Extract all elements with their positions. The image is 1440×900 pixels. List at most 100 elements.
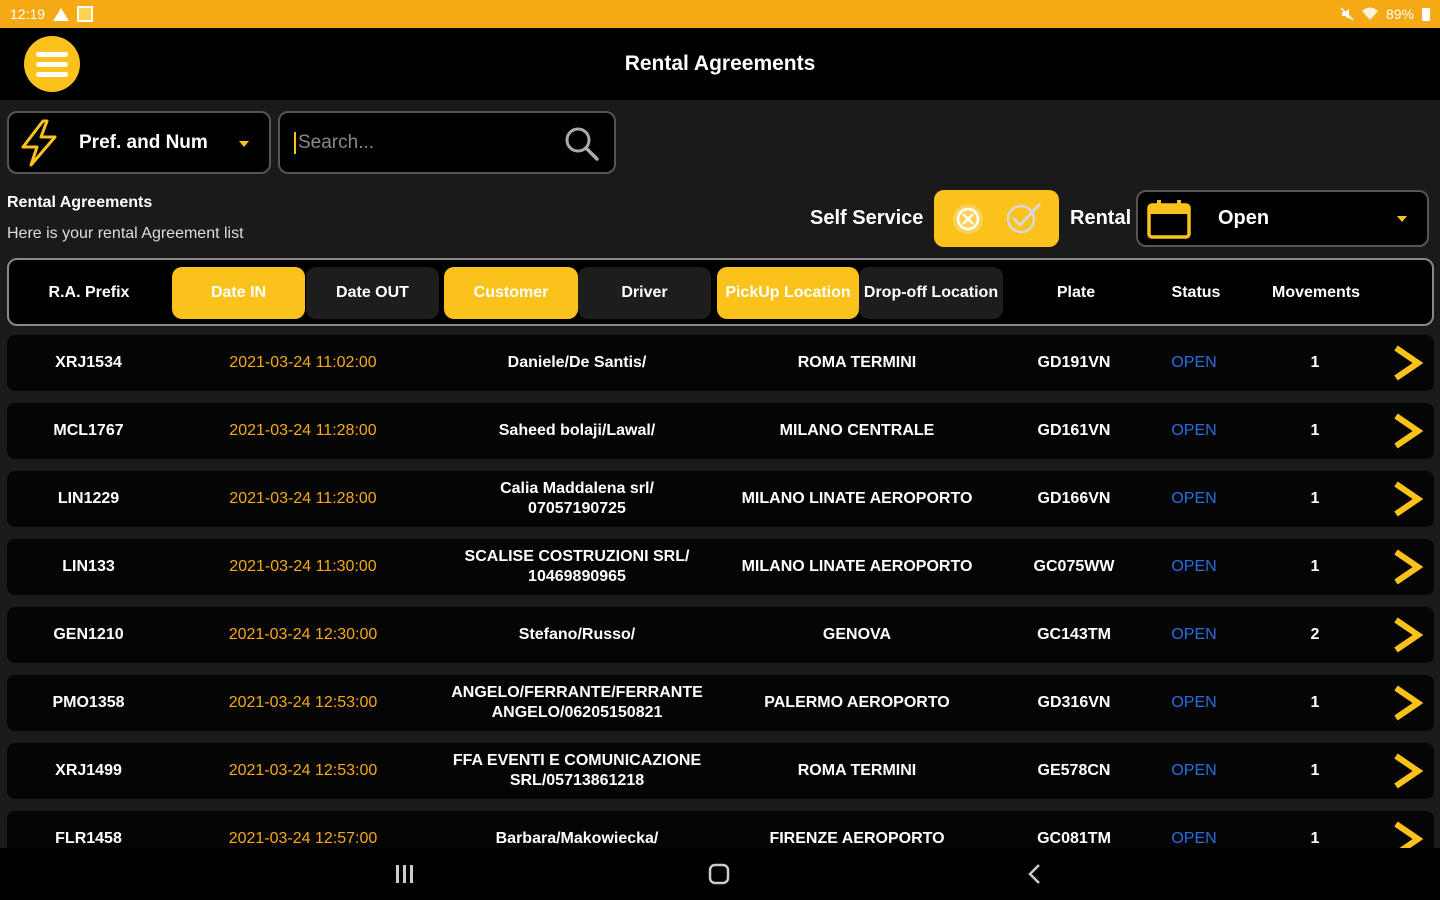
status-time: 12:19	[10, 6, 46, 22]
chevron-right-icon[interactable]	[1390, 345, 1424, 381]
column-ra-prefix[interactable]: R.A. Prefix	[21, 267, 157, 319]
column-plate[interactable]: Plate	[1009, 267, 1143, 319]
row-movements: 1	[1310, 694, 1320, 711]
column-customer[interactable]: Customer	[444, 267, 578, 319]
row-pickup-location: MILANO LINATE AEROPORTO	[741, 490, 973, 507]
row-plate: GD166VN	[1037, 490, 1111, 507]
row-date-in: 2021-03-24 12:53:00	[228, 694, 378, 711]
table-row[interactable]: XRJ1499 2021-03-24 12:53:00 FFA EVENTI E…	[7, 743, 1434, 799]
row-movements: 1	[1310, 422, 1320, 439]
row-prefix: XRJ1499	[55, 762, 122, 779]
row-customer: FFA EVENTI E COMUNICAZIONE SRL/057138612…	[452, 752, 702, 789]
row-movements: 1	[1310, 558, 1320, 575]
calendar-icon	[1147, 199, 1191, 239]
table-row[interactable]: XRJ1534 2021-03-24 11:02:00 Daniele/De S…	[7, 335, 1434, 391]
search-box	[278, 111, 616, 174]
table-row[interactable]: LIN1229 2021-03-24 11:28:00 Calia Maddal…	[7, 471, 1434, 527]
row-plate: GC075WW	[1033, 558, 1115, 575]
recent-apps-icon[interactable]	[392, 862, 418, 886]
row-prefix: PMO1358	[52, 694, 125, 711]
battery-icon	[1422, 7, 1430, 21]
search-icon[interactable]	[564, 126, 600, 162]
agreement-list: XRJ1534 2021-03-24 11:02:00 Daniele/De S…	[0, 330, 1440, 848]
self-service-toggle[interactable]	[934, 190, 1059, 247]
row-customer: Calia Maddalena srl/ 07057190725	[500, 480, 654, 517]
row-pickup-location: ROMA TERMINI	[797, 354, 917, 371]
lightning-icon	[21, 119, 57, 166]
row-plate: GD191VN	[1037, 354, 1111, 371]
column-dropoff-location[interactable]: Drop-off Location	[859, 267, 1003, 319]
section-subtitle: Here is your rental Agreement list	[7, 225, 244, 242]
row-pickup-location: FIRENZE AEROPORTO	[769, 830, 945, 847]
row-status: OPEN	[1171, 354, 1217, 371]
chevron-right-icon[interactable]	[1390, 617, 1424, 653]
row-customer: Barbara/Makowiecka/	[495, 830, 659, 847]
row-status: OPEN	[1171, 626, 1217, 643]
row-prefix: FLR1458	[55, 830, 122, 847]
table-row[interactable]: FLR1458 2021-03-24 12:57:00 Barbara/Mako…	[7, 811, 1434, 848]
row-movements: 1	[1310, 762, 1320, 779]
row-pickup-location: MILANO CENTRALE	[779, 422, 935, 439]
chevron-right-icon[interactable]	[1390, 685, 1424, 721]
chevron-right-icon[interactable]	[1390, 413, 1424, 449]
table-row[interactable]: MCL1767 2021-03-24 11:28:00 Saheed bolaj…	[7, 403, 1434, 459]
row-movements: 1	[1310, 490, 1320, 507]
row-customer: Daniele/De Santis/	[507, 354, 647, 371]
section-title: Rental Agreements	[7, 194, 153, 211]
mute-icon	[1340, 7, 1354, 21]
row-plate: GE578CN	[1037, 762, 1111, 779]
home-icon[interactable]	[706, 862, 732, 886]
warning-icon	[53, 7, 70, 21]
menu-button[interactable]	[24, 36, 80, 92]
close-circle-icon[interactable]	[950, 201, 986, 237]
row-date-in: 2021-03-24 12:57:00	[228, 830, 378, 847]
row-pickup-location: MILANO LINATE AEROPORTO	[741, 558, 973, 575]
back-icon[interactable]	[1022, 862, 1048, 886]
rental-status-value: Open	[1218, 207, 1270, 229]
row-status: OPEN	[1171, 490, 1217, 507]
column-pickup-location[interactable]: PickUp Location	[717, 267, 859, 319]
wifi-icon	[1361, 7, 1378, 20]
row-status: OPEN	[1171, 558, 1217, 575]
page-title: Rental Agreements	[624, 52, 816, 75]
row-date-in: 2021-03-24 11:30:00	[229, 558, 377, 575]
row-customer: ANGELO/FERRANTE/FERRANTE ANGELO/06205150…	[451, 684, 703, 721]
row-prefix: XRJ1534	[55, 354, 122, 371]
chevron-right-icon[interactable]	[1390, 753, 1424, 789]
check-circle-icon[interactable]	[1003, 199, 1043, 239]
column-date-in[interactable]: Date IN	[172, 267, 305, 319]
hamburger-icon-line	[36, 71, 68, 77]
chevron-right-icon[interactable]	[1390, 821, 1424, 848]
search-input[interactable]	[294, 131, 554, 154]
row-pickup-location: PALERMO AEROPORTO	[764, 694, 950, 711]
row-customer: Saheed bolaji/Lawal/	[498, 422, 656, 439]
column-status[interactable]: Status	[1129, 267, 1263, 319]
row-plate: GD161VN	[1037, 422, 1111, 439]
row-status: OPEN	[1171, 422, 1217, 439]
status-bar: 12:19 89%	[0, 0, 1440, 28]
table-row[interactable]: LIN133 2021-03-24 11:30:00 SCALISE COSTR…	[7, 539, 1434, 595]
rental-status-select[interactable]: Open	[1136, 190, 1429, 247]
filter-type-label: Pref. and Num	[79, 131, 208, 153]
column-sort-bar: R.A. Prefix Date IN Date OUT Customer Dr…	[7, 258, 1434, 326]
chevron-right-icon[interactable]	[1390, 481, 1424, 517]
row-plate: GC143TM	[1037, 626, 1111, 643]
row-prefix: MCL1767	[53, 422, 124, 439]
hamburger-icon	[36, 51, 68, 57]
row-movements: 1	[1310, 354, 1320, 371]
column-date-out[interactable]: Date OUT	[306, 267, 439, 319]
row-status: OPEN	[1171, 762, 1217, 779]
table-row[interactable]: PMO1358 2021-03-24 12:53:00 ANGELO/FERRA…	[7, 675, 1434, 731]
column-movements[interactable]: Movements	[1249, 267, 1383, 319]
self-service-label: Self Service	[810, 207, 924, 229]
row-customer: SCALISE COSTRUZIONI SRL/ 10469890965	[464, 548, 690, 585]
battery-level: 89%	[1385, 6, 1414, 22]
column-driver[interactable]: Driver	[578, 267, 711, 319]
filter-type-select[interactable]: Pref. and Num	[7, 111, 271, 174]
row-prefix: LIN133	[62, 558, 115, 575]
chevron-right-icon[interactable]	[1390, 549, 1424, 585]
caret-down-icon	[1397, 216, 1407, 222]
row-movements: 1	[1310, 830, 1320, 847]
row-movements: 2	[1310, 626, 1320, 643]
table-row[interactable]: GEN1210 2021-03-24 12:30:00 Stefano/Russ…	[7, 607, 1434, 663]
